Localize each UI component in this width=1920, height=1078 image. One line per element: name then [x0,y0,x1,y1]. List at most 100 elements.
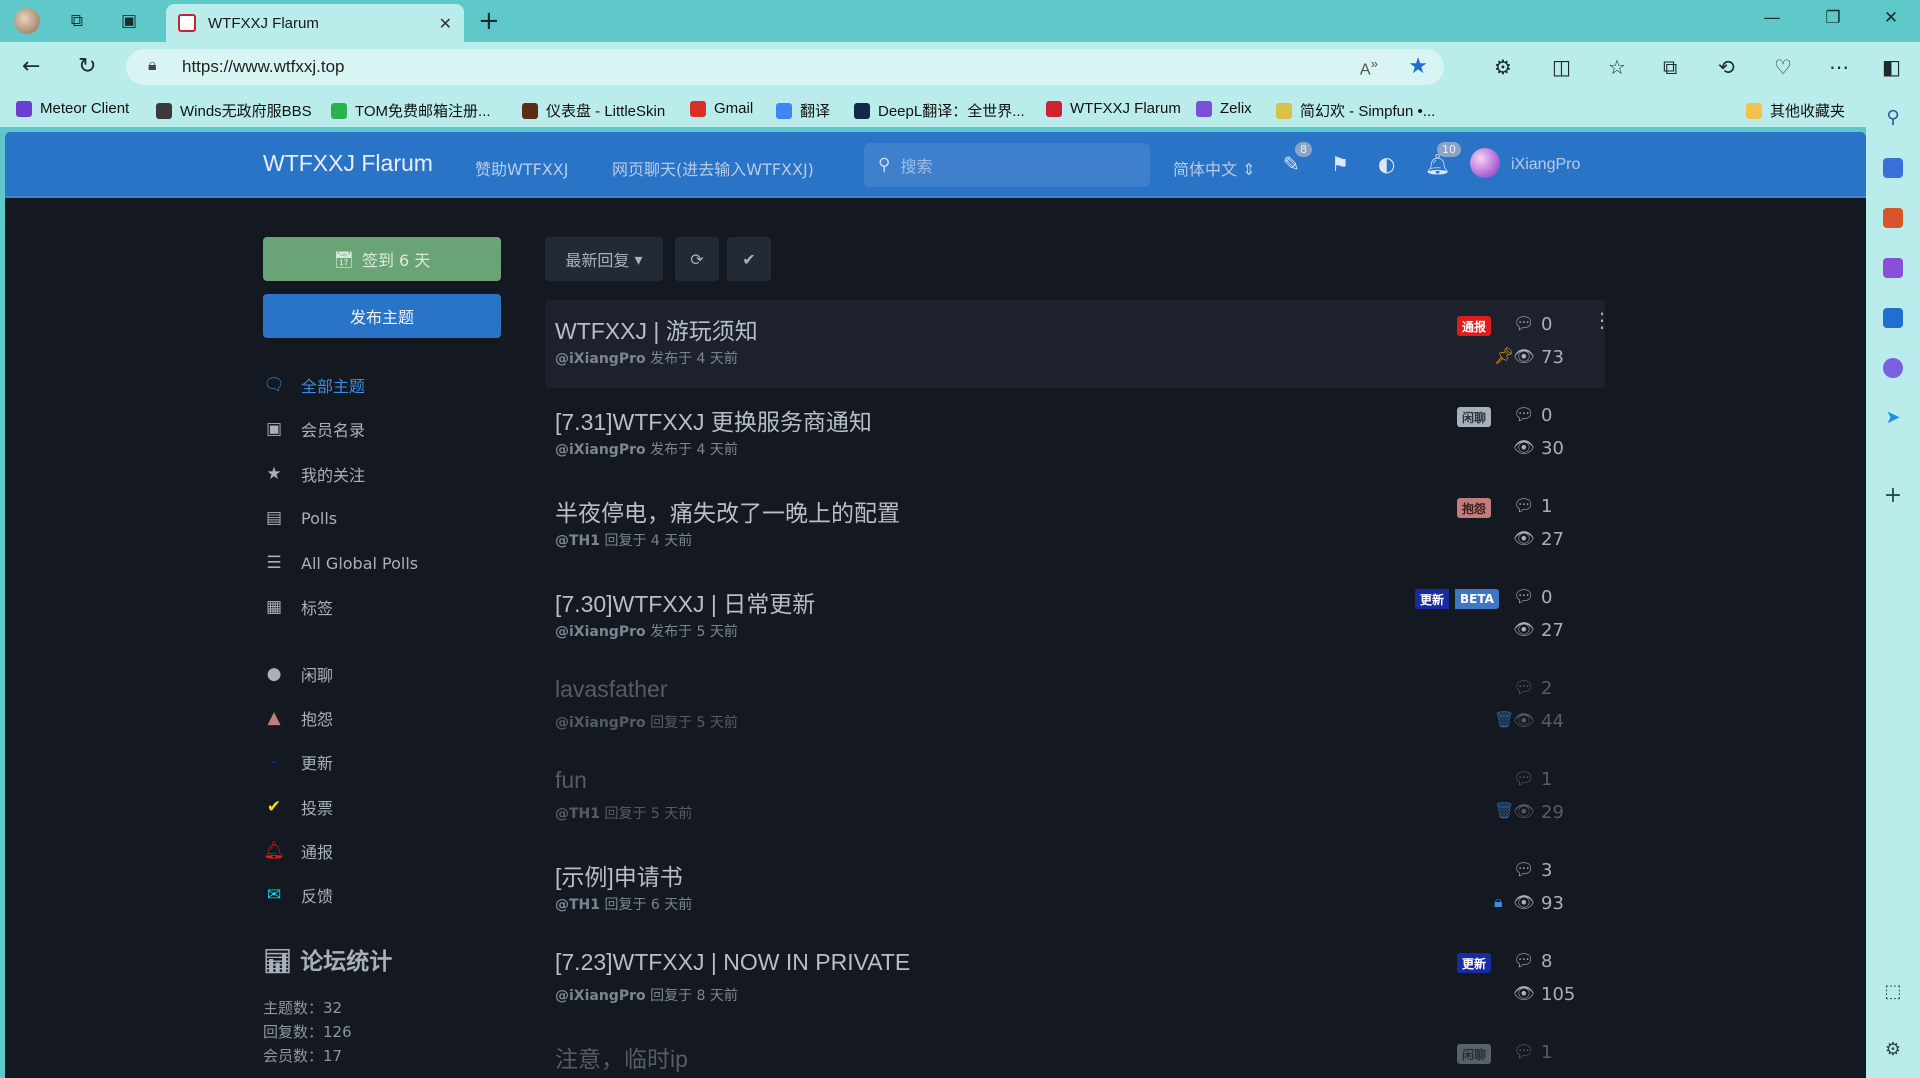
discussion-title[interactable]: [7.30]WTFXXJ | 日常更新 [555,585,815,619]
browser-tab-bar: ⧉ ▣ WTFXXJ Flarum ✕ + — ❐ ✕ [0,0,1920,42]
collections-icon[interactable]: ⧉ [1663,55,1677,79]
bookmark-item[interactable]: WTFXXJ Flarum [1046,100,1181,117]
read-aloud-icon[interactable]: A» [1360,56,1378,79]
tag-badge[interactable]: 通报 [1457,316,1492,336]
nav-tags[interactable]: ▦ 标签 [263,593,523,621]
url-field[interactable]: 🔒︎ https://www.wtfxxj.top A» ★ [126,49,1444,85]
split-screen-icon[interactable]: ◫ [1552,55,1571,79]
back-icon[interactable]: ← [22,54,40,79]
bookmark-item[interactable]: 翻译 [776,100,830,121]
profile-avatar[interactable] [14,8,40,34]
new-tab-icon[interactable]: + [478,6,500,36]
discussion-title[interactable]: 注意，临时ip [555,1040,688,1074]
bookmark-item[interactable]: Meteor Client [16,100,129,117]
mark-all-read-button[interactable]: ✔ [727,237,771,281]
add-icon[interactable]: + [1883,485,1903,507]
tag-badge[interactable]: BETA [1455,589,1499,609]
language-select[interactable]: 简体中文 ⇕ [1173,156,1256,180]
nav-global-polls[interactable]: ☰ All Global Polls [263,549,523,577]
other-bookmarks[interactable]: 其他收藏夹 [1746,100,1845,121]
discussion-row[interactable]: 半夜停电，痛失改了一晚上的配置 @TH1 回复于 4 天前 抱怨 💬︎ 1 👁︎… [545,482,1605,570]
discussion-title[interactable]: fun [555,767,587,794]
sort-dropdown[interactable]: 最新回复 ▾ [545,237,663,281]
bookmark-item[interactable]: Winds无政府服BBS [156,100,312,121]
bookmark-item[interactable]: 简幻欢 - Simpfun •... [1276,100,1435,121]
discussion-row[interactable]: lavasfather @iXiangPro 回复于 5 天前 🗑︎ 💬︎ 2 … [545,664,1605,752]
outlook-icon[interactable] [1883,308,1903,328]
user-avatar[interactable] [1470,148,1500,178]
discussion-title[interactable]: lavasfather [555,676,668,703]
favorite-star-icon[interactable]: ★ [1408,53,1428,79]
discussion-row[interactable]: [7.23]WTFXXJ | NOW IN PRIVATE @iXiangPro… [545,937,1605,1025]
workspaces-icon[interactable]: ⧉ [64,8,90,34]
restore-icon[interactable]: ❐ [1818,8,1848,28]
theme-toggle-icon[interactable]: ◐ [1378,152,1395,176]
caret-down-icon: ▾ [634,249,643,269]
tag-badge[interactable]: 更新 [1415,589,1450,609]
refresh-button[interactable]: ⟳ [675,237,719,281]
discussion-row[interactable]: [7.31]WTFXXJ 更换服务商通知 @iXiangPro 发布于 4 天前… [545,391,1605,479]
bookmark-item[interactable]: TOM免费邮箱注册... [331,100,491,121]
search-icon[interactable]: ⚲ [1883,108,1903,128]
tag-vote[interactable]: ✔ 投票 [263,793,523,821]
nav-all-discussions[interactable]: 🗨︎ 全部主题 [263,371,523,399]
discussion-row[interactable]: fun @TH1 回复于 5 天前 🗑︎ 💬︎ 1 👁︎ 29 [545,755,1605,843]
tab-actions-icon[interactable]: ▣ [116,8,142,34]
minimize-icon[interactable]: — [1757,8,1787,28]
more-icon[interactable]: ⋯ [1829,55,1849,79]
bookmark-item[interactable]: Zelix [1196,100,1252,117]
webchat-link[interactable]: 网页聊天(进去输入WTFXXJ) [612,156,814,180]
discussion-title[interactable]: 半夜停电，痛失改了一晚上的配置 [555,494,900,528]
tag-badge[interactable]: 抱怨 [1457,498,1492,518]
tag-complain[interactable]: ▲ 抱怨 [263,704,523,732]
discussion-title[interactable]: WTFXXJ | 游玩须知 [555,312,758,346]
bookmark-item[interactable]: 仪表盘 - LittleSkin [522,100,665,121]
sponsor-link[interactable]: 赞助WTFXXJ [475,156,568,180]
bookmark-item[interactable]: Gmail [690,100,753,117]
sidebar-toggle-icon[interactable]: ◧ [1882,55,1901,79]
tools-icon[interactable] [1883,208,1903,228]
discussion-row[interactable]: [示例]申请书 @TH1 回复于 6 天前 🔒︎ 💬︎ 3 👁︎ 93 [545,846,1605,934]
history-icon[interactable]: ⟲ [1718,55,1735,79]
nav-polls[interactable]: ▤ Polls [263,504,523,532]
nav-following[interactable]: ★ 我的关注 [263,460,523,488]
extensions-icon[interactable]: ⚙ [1494,55,1512,79]
close-window-icon[interactable]: ✕ [1876,8,1906,28]
games-icon[interactable] [1883,258,1903,278]
stat-discussions: 主题数：32 [263,999,343,1017]
tag-feedback[interactable]: ✉ 反馈 [263,881,523,909]
tag-badge[interactable]: 闲聊 [1457,1044,1492,1064]
tag-notice[interactable]: 🔔︎ 通报 [263,837,523,865]
search-input[interactable]: ⚲ 搜索 [864,143,1150,187]
kebab-menu-icon[interactable]: ⋮ [1592,308,1612,332]
send-icon[interactable]: ➤ [1883,408,1903,428]
checkin-button[interactable]: 📅︎ 签到 6 天 [263,237,501,281]
copilot-icon[interactable] [1883,158,1903,178]
replies-icon: 💬︎ [1513,587,1535,607]
screenshot-icon[interactable]: ⬚ [1883,982,1903,1002]
performance-icon[interactable]: ♡ [1774,55,1792,79]
tag-badge[interactable]: 更新 [1457,953,1492,973]
tag-chat[interactable]: ● 闲聊 [263,660,523,688]
flag-icon[interactable]: ⚑ [1331,152,1349,176]
browser-tab[interactable]: WTFXXJ Flarum ✕ [166,4,464,42]
discussion-row[interactable]: [7.30]WTFXXJ | 日常更新 @iXiangPro 发布于 5 天前 … [545,573,1605,661]
designer-icon[interactable] [1883,358,1903,378]
username[interactable]: iXiangPro [1511,156,1580,174]
lock-icon[interactable]: 🔒︎ [148,57,157,75]
favorites-icon[interactable]: ☆ [1608,55,1626,79]
discussion-row[interactable]: WTFXXJ | 游玩须知 @iXiangPro 发布于 4 天前 通报 📌︎ … [545,300,1612,388]
refresh-icon[interactable]: ↻ [78,54,96,79]
close-tab-icon[interactable]: ✕ [439,14,452,33]
site-brand[interactable]: WTFXXJ Flarum [263,150,433,177]
discussion-title[interactable]: [示例]申请书 [555,858,683,892]
tag-badge[interactable]: 闲聊 [1457,407,1492,427]
settings-gear-icon[interactable]: ⚙ [1883,1040,1903,1060]
nav-members[interactable]: ▣ 会员名录 [263,415,523,443]
tag-update[interactable]: - 更新 [263,748,523,776]
discussion-title[interactable]: [7.23]WTFXXJ | NOW IN PRIVATE [555,949,910,976]
new-discussion-button[interactable]: 发布主题 [263,294,501,338]
discussion-title[interactable]: [7.31]WTFXXJ 更换服务商通知 [555,403,872,437]
discussion-row[interactable]: 注意，临时ip 闲聊 💬︎ 1 [545,1028,1605,1078]
bookmark-item[interactable]: DeepL翻译：全世界... [854,100,1025,121]
